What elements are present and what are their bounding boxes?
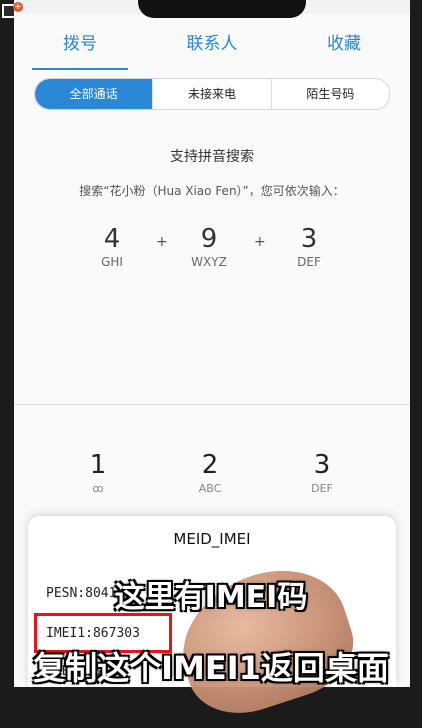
tab-dialer[interactable]: 拨号 — [14, 22, 146, 70]
dial-key-1[interactable]: 1ꝏ — [58, 448, 138, 496]
filter-missed-calls[interactable]: 未接来电 — [152, 79, 270, 109]
dial-key-3[interactable]: 3 DEF — [282, 448, 362, 496]
filter-unknown-numbers[interactable]: 陌生号码 — [270, 79, 389, 109]
pinyin-example-sequence: 4 GHI + 9 WXYZ + 3 DEF — [74, 224, 374, 274]
caption-bottom: 复制这个IMEI1返回桌面 — [33, 649, 389, 687]
voicemail-icon: ꝏ — [92, 482, 104, 495]
plus-sign: + — [254, 234, 266, 250]
pinyin-hint-title: 支持拼音搜索 — [170, 149, 254, 165]
example-key: 4 GHI — [101, 224, 123, 269]
top-tabs: 拨号 联系人 收藏 — [14, 22, 410, 70]
dialpad-divider — [14, 404, 410, 405]
call-filter: 全部通话 未接来电 陌生号码 — [34, 78, 390, 110]
example-key: 3 DEF — [297, 224, 321, 269]
plus-sign: + — [156, 234, 168, 250]
dialpad-row: 1ꝏ 2 ABC 3 DEF — [14, 448, 410, 502]
tab-favorites[interactable]: 收藏 — [278, 22, 410, 70]
caption-top: 这里有IMEI码 — [114, 580, 308, 615]
example-key: 9 WXYZ — [191, 224, 227, 269]
pinyin-hint-subtitle: 搜索“花小粉（Hua Xiao Fen）”，您可依次输入： — [79, 184, 345, 198]
tab-contacts[interactable]: 联系人 — [146, 22, 278, 70]
filter-all-calls[interactable]: 全部通话 — [35, 79, 153, 109]
dialog-title: MEID_IMEI — [173, 530, 251, 548]
dial-key-2[interactable]: 2 ABC — [170, 448, 250, 496]
camera-notch — [138, 0, 306, 18]
corner-badge-icon: + — [2, 2, 23, 20]
